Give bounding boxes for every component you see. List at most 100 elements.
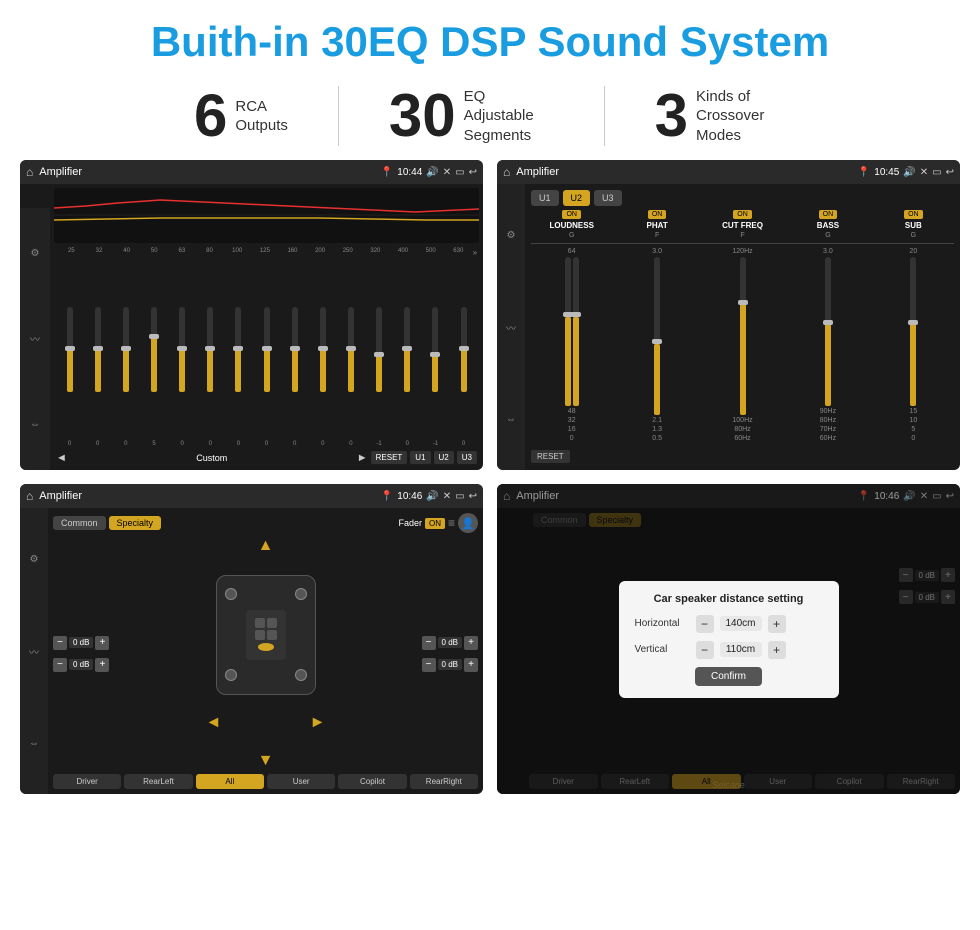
all-btn[interactable]: All [196,774,264,789]
speaker-main-area: Common Specialty Fader ON ≡ 👤 − 0 dB [48,508,483,794]
db-control-bl: − 0 dB + [53,658,109,672]
close-icon[interactable]: ✕ [443,167,451,178]
phat-on-btn[interactable]: ON [648,210,667,219]
page-header: Buith-in 30EQ DSP Sound System [0,0,980,76]
cutfreq-on-btn[interactable]: ON [733,210,752,219]
rearleft-btn[interactable]: RearLeft [124,774,192,789]
loudness-on-btn[interactable]: ON [562,210,581,219]
stat-eq-number: 30 [389,86,456,146]
horizontal-minus-btn[interactable]: − [696,615,714,633]
db-control-br: − 0 dB + [422,658,478,672]
user-profile-icon[interactable]: 👤 [458,513,478,533]
up-arrow-btn[interactable]: ▲ [258,537,274,555]
speaker-screen-title: Amplifier [39,490,375,502]
amp-window-icon[interactable]: ▭ [932,167,941,178]
db-minus-br[interactable]: − [422,658,436,672]
right-arrow-btn[interactable]: ► [310,714,326,732]
speaker-window-icon[interactable]: ▭ [455,491,464,502]
eq-next-btn[interactable]: ► [357,452,368,464]
bass-on-btn[interactable]: ON [819,210,838,219]
stat-crossover: 3 Kinds ofCrossover Modes [605,86,836,146]
left-arrow-btn[interactable]: ◄ [206,714,222,732]
amp-sliders-area: 64 48 32 1 [531,248,954,442]
eq-u3-btn[interactable]: U3 [457,451,477,464]
copilot-btn[interactable]: Copilot [338,774,406,789]
db-plus-bl[interactable]: + [95,658,109,672]
distance-dialog: Car speaker distance setting Horizontal … [619,581,839,698]
amp-sidebar-icon-2[interactable]: 〰 [506,320,516,335]
amp-sidebar-icon-3[interactable]: ⇔ [506,414,516,425]
eq-screen: ⌂ Amplifier 📍 10:44 🔊 ✕ ▭ ↩ ⚙ 〰 ⇔ [20,160,483,470]
db-plus-tl[interactable]: + [95,636,109,650]
car-diagram: ▲ [113,537,417,770]
clock-display: 10:44 [397,167,422,178]
speaker-home-icon[interactable]: ⌂ [26,489,33,503]
eq-controls: ◄ Custom ► RESET U1 U2 U3 [54,449,479,466]
db-plus-tr[interactable]: + [464,636,478,650]
tab-specialty[interactable]: Specialty [109,516,162,530]
db-plus-br[interactable]: + [464,658,478,672]
seat-rr [267,630,277,640]
home-icon[interactable]: ⌂ [26,165,33,179]
bass-label: BASS [817,221,839,230]
amp-close-icon[interactable]: ✕ [920,167,928,178]
speaker-sidebar: ⚙ 〰 ⇔ [20,508,48,794]
driver-btn[interactable]: Driver [53,774,121,789]
speaker-fl [225,588,237,600]
amp-main-area: U1 U2 U3 ON LOUDNESS G ON PHAT F [525,184,960,470]
speaker-back-icon[interactable]: ↩ [469,491,477,502]
location-icon: 📍 [381,167,393,178]
db-minus-tl[interactable]: − [53,636,67,650]
down-arrow-btn[interactable]: ▼ [258,752,274,770]
cutfreq-slider-group: 120Hz 100Hz 80Hz 60Hz [702,248,783,442]
eq-u2-btn[interactable]: U2 [434,451,454,464]
amp-sidebar-icon-1[interactable]: ⚙ [507,230,516,241]
db-val-bl: 0 dB [69,659,93,670]
phat-slider-group: 3.0 2.1 1.3 0.5 [616,248,697,442]
eq-prev-btn[interactable]: ◄ [56,452,67,464]
amp-u3-preset[interactable]: U3 [594,190,622,206]
amp-status-icons: 📍 10:45 🔊 ✕ ▭ ↩ [858,167,954,178]
horizontal-plus-btn[interactable]: + [768,615,786,633]
amp-u2-preset[interactable]: U2 [563,190,591,206]
crosshair [258,643,274,651]
speaker-sidebar-icon-2[interactable]: 〰 [29,644,39,659]
vertical-plus-btn[interactable]: + [768,641,786,659]
vertical-minus-btn[interactable]: − [696,641,714,659]
sub-on-btn[interactable]: ON [904,210,923,219]
db-control-tl: − 0 dB + [53,636,109,650]
amp-u1-preset[interactable]: U1 [531,190,559,206]
speaker-location-icon: 📍 [381,491,393,502]
eq-sidebar-icon-2[interactable]: 〰 [30,331,40,346]
speaker-sidebar-icon-1[interactable]: ⚙ [30,554,39,565]
page-title: Buith-in 30EQ DSP Sound System [0,18,980,66]
eq-screen-bar: ⌂ Amplifier 📍 10:44 🔊 ✕ ▭ ↩ [20,160,483,184]
amp-reset-btn[interactable]: RESET [531,446,570,464]
amp-back-icon[interactable]: ↩ [946,167,954,178]
sub-slider-group: 20 15 10 5 0 [873,248,954,442]
speaker-rl [225,669,237,681]
speaker-screen: ⌂ Amplifier 📍 10:46 🔊 ✕ ▭ ↩ ⚙ 〰 ⇔ Common [20,484,483,794]
status-icons: 📍 10:44 🔊 ✕ ▭ ↩ [381,167,477,178]
db-minus-tr[interactable]: − [422,636,436,650]
speaker-sidebar-icon-3[interactable]: ⇔ [29,738,39,749]
top-speakers [225,588,307,600]
fader-on-btn[interactable]: ON [425,518,445,529]
back-icon[interactable]: ↩ [469,167,477,178]
amp-divider [531,243,954,244]
db-minus-bl[interactable]: − [53,658,67,672]
tab-common[interactable]: Common [53,516,106,530]
confirm-button[interactable]: Confirm [695,667,762,686]
window-icon[interactable]: ▭ [455,167,464,178]
eq-screen-title: Amplifier [39,166,375,178]
amp-home-icon[interactable]: ⌂ [503,165,510,179]
eq-u1-btn[interactable]: U1 [410,451,430,464]
rearright-btn[interactable]: RearRight [410,774,478,789]
stat-eq-label: EQ AdjustableSegments [464,87,554,146]
eq-sidebar-icon-3[interactable]: ⇔ [30,419,40,430]
eq-sidebar-icon-1[interactable]: ⚙ [31,248,40,259]
db-control-tr: − 0 dB + [422,636,478,650]
eq-reset-btn[interactable]: RESET [371,451,408,464]
speaker-close-icon[interactable]: ✕ [443,491,451,502]
user-btn[interactable]: User [267,774,335,789]
